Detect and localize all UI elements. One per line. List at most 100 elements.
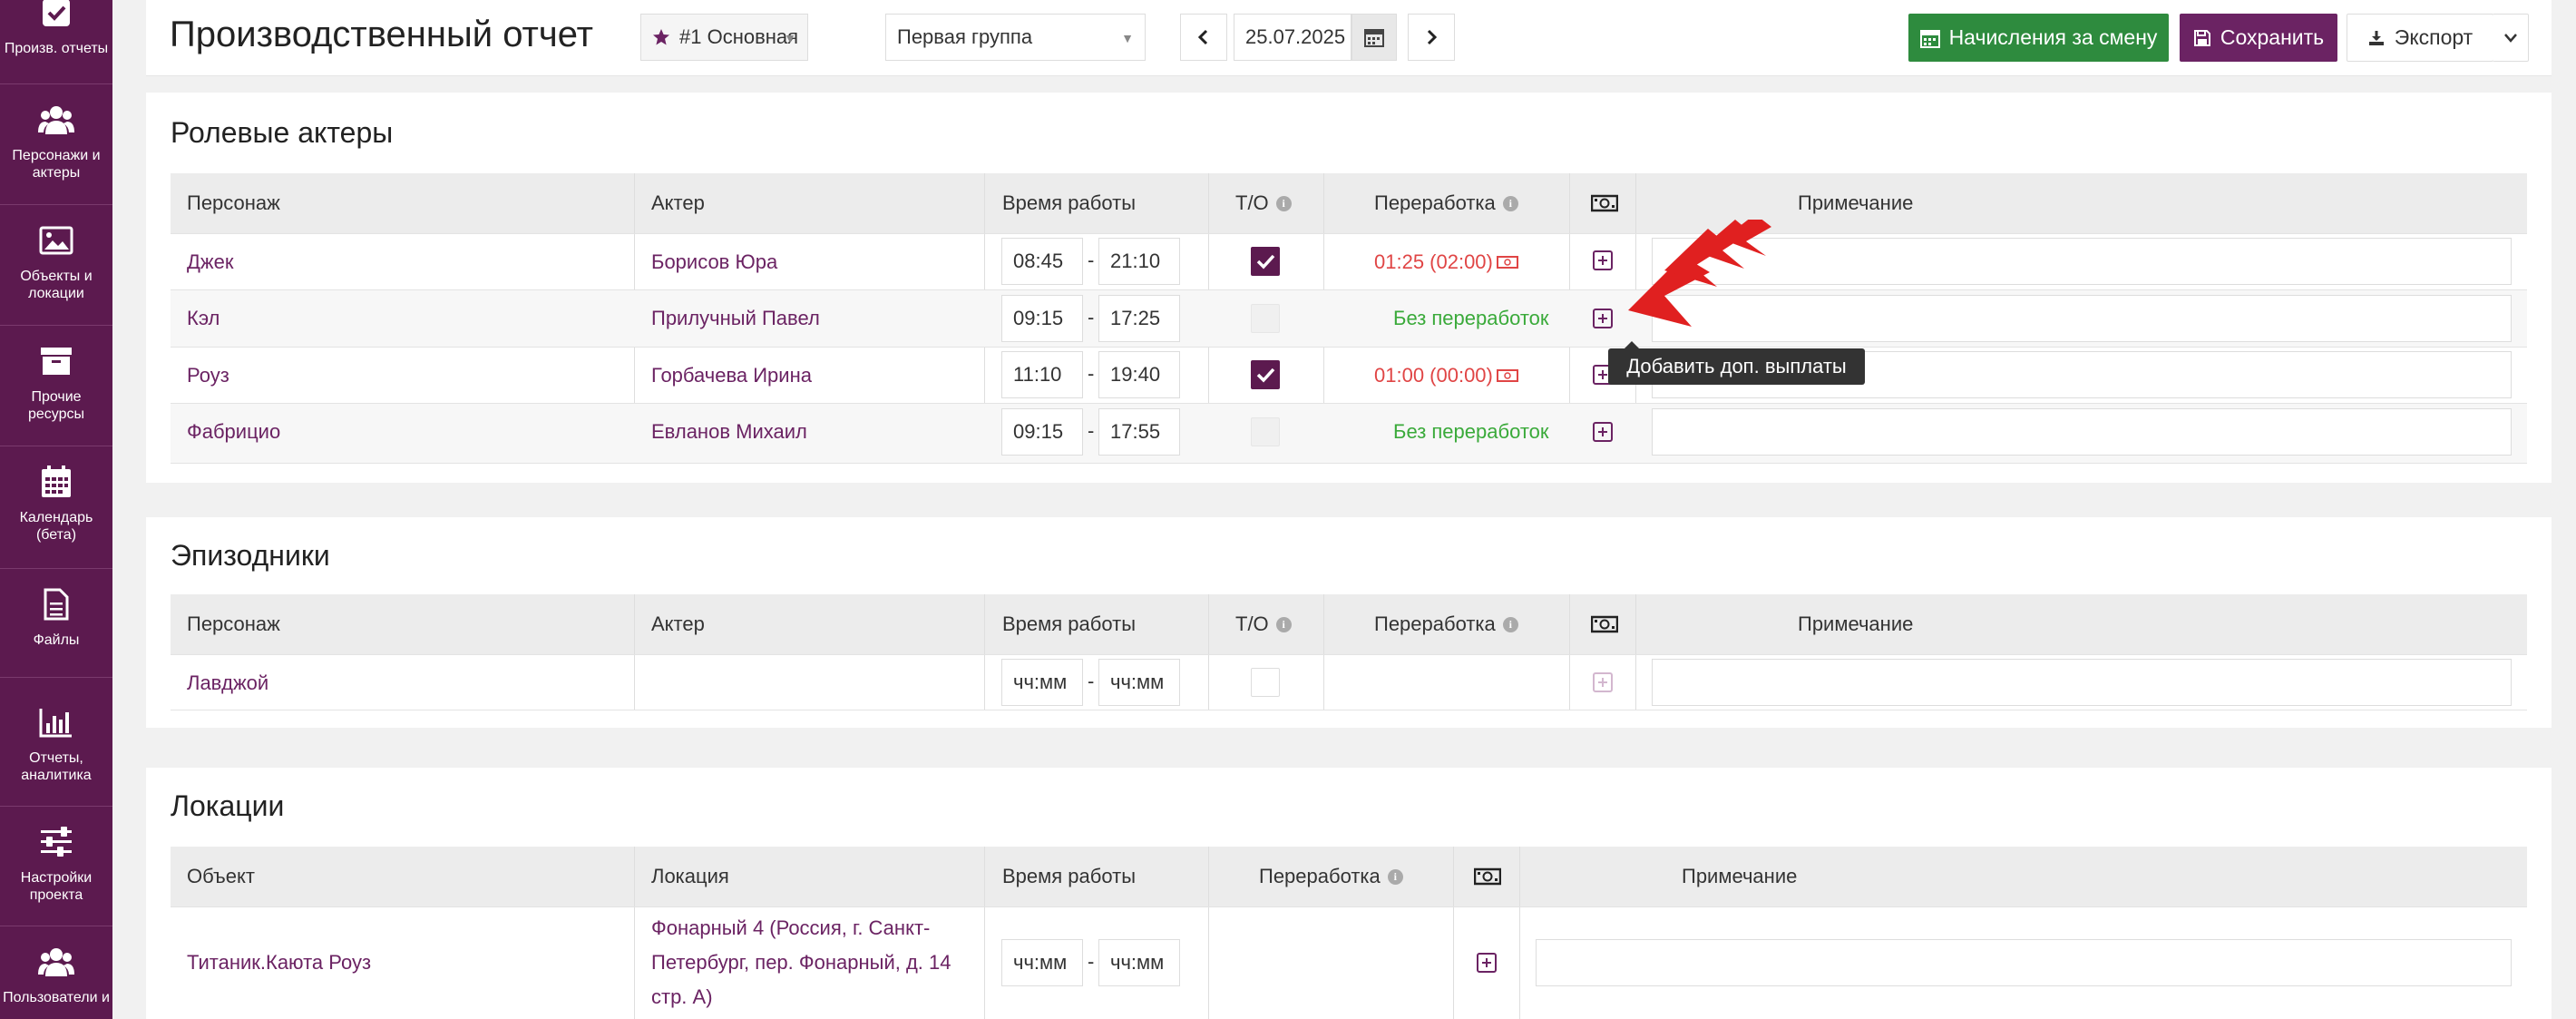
note-input[interactable] [1536, 939, 2512, 986]
add-payment-icon[interactable] [1593, 672, 1613, 692]
time-separator: - [1088, 950, 1095, 973]
actor-link[interactable]: Борисов Юра [651, 234, 777, 290]
caret-down-icon: ▼ [1121, 31, 1134, 45]
info-icon[interactable]: i [1387, 868, 1403, 885]
table-row: Фабрицио Евланов Михаил 09:15 - 17:55 Бе… [171, 403, 2527, 464]
section-title: Локации [171, 789, 285, 822]
divider [0, 677, 112, 678]
export-dropdown-button[interactable] [2493, 14, 2529, 62]
end-time-input[interactable]: 17:25 [1098, 295, 1180, 342]
info-icon[interactable]: i [1275, 616, 1292, 632]
chevron-down-icon [2503, 33, 2517, 43]
column-header-to: Т/О i [1235, 594, 1292, 654]
date-input[interactable]: 25.07.2025 [1234, 14, 1351, 61]
character-link[interactable]: Лавджой [187, 655, 268, 711]
export-button[interactable]: Экспорт [2347, 14, 2493, 62]
column-header: Время работы [1002, 865, 1137, 887]
object-link[interactable]: Титаник.Каюта Роуз [187, 907, 371, 1018]
sidebar-item-characters[interactable]: Персонажи и актеры [0, 102, 112, 181]
chevron-right-icon [1427, 29, 1438, 45]
time-separator: - [1088, 419, 1095, 442]
calendar-icon [1919, 29, 1940, 48]
header-bar: Производственный отчет #1 Основная ▼ Пер… [146, 0, 2552, 76]
locations-section: Локации Объект Локация Время работы Пере… [146, 768, 2552, 1019]
overtime-value: Без переработок [1393, 307, 1549, 329]
start-time-input[interactable]: 09:15 [1001, 295, 1083, 342]
to-checkbox[interactable] [1251, 360, 1280, 389]
column-header: Объект [187, 865, 255, 887]
sidebar-item-resources[interactable]: Прочие ресурсы [0, 343, 112, 423]
column-header-to: Т/О i [1235, 173, 1292, 233]
calendar-button[interactable] [1351, 14, 1397, 61]
money-icon [1591, 594, 1618, 654]
end-time-input[interactable]: 21:10 [1098, 238, 1180, 285]
start-time-input[interactable]: 09:15 [1001, 408, 1083, 456]
end-time-input[interactable]: 19:40 [1098, 351, 1180, 398]
start-time-input[interactable]: чч:мм [1001, 939, 1083, 986]
add-payment-icon[interactable] [1477, 953, 1497, 973]
save-button-label: Сохранить [2220, 25, 2325, 49]
end-time-input[interactable]: чч:мм [1098, 939, 1180, 986]
end-time-input[interactable]: чч:мм [1098, 659, 1180, 706]
section-title: Ролевые актеры [171, 116, 394, 149]
sidebar-item-analytics[interactable]: Отчеты, аналитика [0, 704, 112, 784]
money-icon [1496, 256, 1518, 269]
add-payment-icon[interactable] [1593, 422, 1613, 442]
check-icon [1256, 254, 1275, 269]
character-link[interactable]: Джек [187, 234, 233, 290]
check-icon [1256, 367, 1275, 383]
money-icon [1591, 173, 1618, 233]
sidebar-item-calendar[interactable]: Календарь (бета) [0, 464, 112, 544]
character-link[interactable]: Кэл [187, 290, 220, 347]
start-time-input[interactable]: 11:10 [1001, 351, 1083, 398]
start-time-input[interactable]: 08:45 [1001, 238, 1083, 285]
note-input[interactable] [1652, 659, 2512, 706]
unit-select[interactable]: #1 Основная ▼ [640, 14, 808, 61]
next-date-button[interactable] [1408, 14, 1455, 61]
actor-link[interactable]: Прилучный Павел [651, 290, 820, 347]
info-icon[interactable]: i [1502, 195, 1518, 211]
info-icon[interactable]: i [1275, 195, 1292, 211]
image-icon [38, 222, 74, 259]
info-icon[interactable]: i [1502, 616, 1518, 632]
group-select[interactable]: Первая группа ▼ [885, 14, 1146, 61]
sidebar-item-settings[interactable]: Настройки проекта [0, 824, 112, 904]
divider [0, 568, 112, 569]
column-header: Актер [651, 612, 705, 635]
sidebar-item-users[interactable]: Пользователи и [0, 944, 112, 1006]
character-link[interactable]: Фабрицио [187, 404, 280, 460]
start-time-input[interactable]: чч:мм [1001, 659, 1083, 706]
to-checkbox[interactable] [1251, 417, 1280, 446]
sidebar-item-files[interactable]: Файлы [0, 586, 112, 649]
sidebar-item-objects[interactable]: Объекты и локации [0, 222, 112, 302]
to-checkbox[interactable] [1251, 668, 1280, 697]
location-link[interactable]: Фонарный 4 (Россия, г. Санкт- Петербург,… [651, 907, 951, 1018]
note-input[interactable] [1652, 408, 2512, 456]
actor-link[interactable]: Евланов Михаил [651, 404, 807, 460]
accruals-button[interactable]: Начисления за смену [1908, 14, 2169, 62]
sidebar-item-reports[interactable]: Произв. отчеты [0, 0, 112, 57]
overtime-value: 01:00 (00:00) [1374, 348, 1518, 404]
note-input[interactable] [1652, 295, 2512, 342]
column-header-overtime: Переработка i [1374, 594, 1518, 654]
actor-link[interactable]: Горбачева Ирина [651, 348, 812, 404]
table-row: Лавджой чч:мм - чч:мм [171, 654, 2527, 710]
end-time-input[interactable]: 17:55 [1098, 408, 1180, 456]
save-button[interactable]: Сохранить [2180, 14, 2337, 62]
character-link[interactable]: Роуз [187, 348, 229, 404]
to-checkbox[interactable] [1251, 247, 1280, 276]
to-checkbox[interactable] [1251, 304, 1280, 333]
note-input[interactable] [1652, 238, 2512, 285]
add-payment-icon[interactable] [1593, 309, 1613, 328]
save-icon [2193, 29, 2210, 46]
table-row: Джек Борисов Юра 08:45 - 21:10 01:25 (02… [171, 233, 2527, 289]
group-select-value: Первая группа [897, 25, 1033, 48]
add-payment-icon[interactable] [1593, 250, 1613, 270]
prev-date-button[interactable] [1180, 14, 1227, 61]
column-header: Время работы [1002, 191, 1137, 214]
episodic-table: Персонаж Актер Время работы Т/О i Перераб… [171, 594, 2527, 710]
chevron-left-icon [1197, 29, 1208, 45]
table-row: Титаник.Каюта Роуз Фонарный 4 (Россия, г… [171, 906, 2527, 1019]
column-header: Актер [651, 191, 705, 214]
time-separator: - [1088, 670, 1095, 692]
